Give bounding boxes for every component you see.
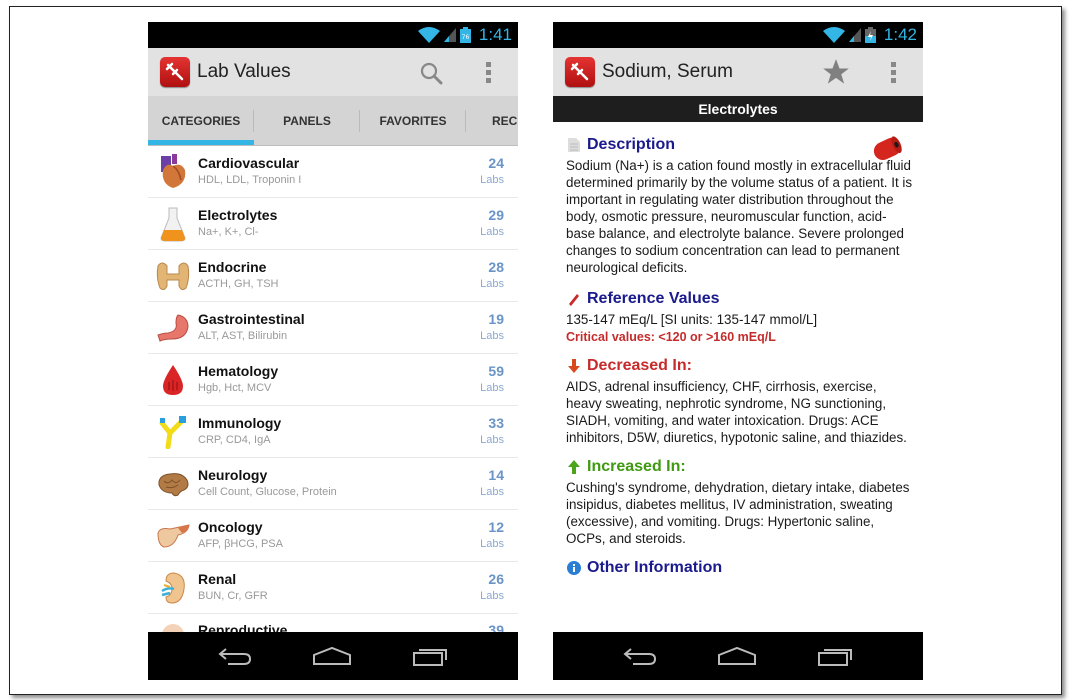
category-row-renal[interactable]: Renal BUN, Cr, GFR 26 Labs	[148, 562, 518, 614]
lab-title: Sodium, Serum	[602, 61, 733, 82]
category-row-electrolytes[interactable]: Electrolytes Na+, K+, Cl- 29 Labs	[148, 198, 518, 250]
flask-icon	[160, 207, 186, 241]
thyroid-icon	[156, 262, 190, 290]
syringe-icon[interactable]	[160, 57, 190, 87]
action-bar: Sodium, Serum	[553, 48, 923, 96]
reference-heading: Reference Values	[566, 290, 913, 308]
search-icon	[420, 62, 443, 85]
tab-panels[interactable]: PANELS	[254, 96, 360, 145]
favorite-button[interactable]	[821, 58, 851, 86]
action-bar: Lab Values	[148, 48, 518, 96]
brain-icon	[158, 472, 189, 496]
blood-drop-icon	[163, 364, 183, 395]
svg-text:76: 76	[462, 34, 470, 41]
home-icon[interactable]	[312, 646, 352, 666]
pencil-icon	[569, 294, 579, 306]
back-icon[interactable]	[218, 646, 252, 666]
overflow-menu-icon[interactable]	[486, 62, 491, 83]
syringe-icon[interactable]	[565, 57, 595, 87]
decreased-text: AIDS, adrenal insufficiency, CHF, cirrho…	[566, 379, 907, 445]
status-bar: 1:42	[553, 22, 923, 48]
status-bar: 76 1:41	[148, 22, 518, 48]
critical-values-text: Critical values: <120 or >160 mEq/L	[566, 330, 776, 344]
tab-categories[interactable]: CATEGORIES	[148, 96, 254, 145]
wifi-icon	[417, 27, 440, 43]
other-info-heading[interactable]: Other Information	[566, 559, 913, 577]
category-row-oncology[interactable]: Oncology AFP, βHCG, PSA 12 Labs	[148, 510, 518, 562]
search-button[interactable]	[418, 60, 444, 86]
lab-detail-screen: 1:42 Sodium, Serum Electrolytes Descript…	[553, 22, 923, 680]
document-icon	[568, 138, 580, 152]
home-icon[interactable]	[717, 646, 757, 666]
category-row-hematology[interactable]: Hematology Hgb, Hct, MCV 59 Labs	[148, 354, 518, 406]
navigation-bar	[148, 632, 518, 680]
back-icon[interactable]	[623, 646, 657, 666]
wifi-icon	[822, 27, 845, 43]
status-time: 1:42	[883, 25, 917, 44]
navigation-bar	[553, 632, 923, 680]
stomach-icon	[157, 313, 189, 342]
star-icon	[823, 59, 849, 84]
increased-text: Cushing's syndrome, dehydration, dietary…	[566, 480, 910, 546]
description-heading: Description	[566, 136, 913, 154]
category-row-endocrine[interactable]: Endocrine ACTH, GH, TSH 28 Labs	[148, 250, 518, 302]
lab-detail-content: Description Sodium (Na+) is a cation fou…	[553, 122, 923, 577]
category-row-neurology[interactable]: Neurology Cell Count, Glucose, Protein 14…	[148, 458, 518, 510]
pancreas-icon	[157, 523, 190, 548]
category-row-gastrointestinal[interactable]: Gastrointestinal ALT, AST, Bilirubin 19 La…	[148, 302, 518, 354]
recents-icon[interactable]	[412, 646, 448, 666]
signal-icon	[443, 28, 456, 42]
tab-recent[interactable]: RECI	[466, 96, 518, 145]
description-text: Sodium (Na+) is a cation found mostly in…	[566, 158, 913, 275]
arrow-down-icon	[568, 359, 580, 373]
category-list: Cardiovascular HDL, LDL, Troponin I 24 Lab…	[148, 146, 518, 666]
arrow-up-icon	[568, 460, 580, 474]
battery-icon: 76	[459, 27, 471, 43]
kidney-icon	[161, 571, 185, 604]
category-header: Electrolytes	[553, 96, 923, 122]
specimen-tube-icon	[873, 136, 902, 161]
status-time: 1:41	[478, 25, 512, 44]
signal-icon	[848, 28, 861, 42]
lab-values-screen: 76 1:41 Lab Values CATEGORIES PANELS FAV…	[148, 22, 518, 680]
reference-text: 135-147 mEq/L [SI units: 135-147 mmol/L]	[566, 312, 818, 327]
increased-heading: Increased In:	[566, 458, 913, 476]
antibody-icon	[159, 415, 186, 449]
tab-favorites[interactable]: FAVORITES	[360, 96, 466, 145]
overflow-menu-icon[interactable]	[891, 62, 896, 83]
app-title: Lab Values	[197, 61, 291, 82]
tab-bar: CATEGORIES PANELS FAVORITES RECI	[148, 96, 518, 146]
category-row-cardiovascular[interactable]: Cardiovascular HDL, LDL, Troponin I 24 Lab…	[148, 146, 518, 198]
decreased-heading: Decreased In:	[566, 357, 913, 375]
heart-icon	[161, 153, 186, 188]
info-icon	[567, 561, 581, 575]
recents-icon[interactable]	[817, 646, 853, 666]
battery-charging-icon	[864, 27, 876, 43]
category-row-immunology[interactable]: Immunology CRP, CD4, IgA 33 Labs	[148, 406, 518, 458]
